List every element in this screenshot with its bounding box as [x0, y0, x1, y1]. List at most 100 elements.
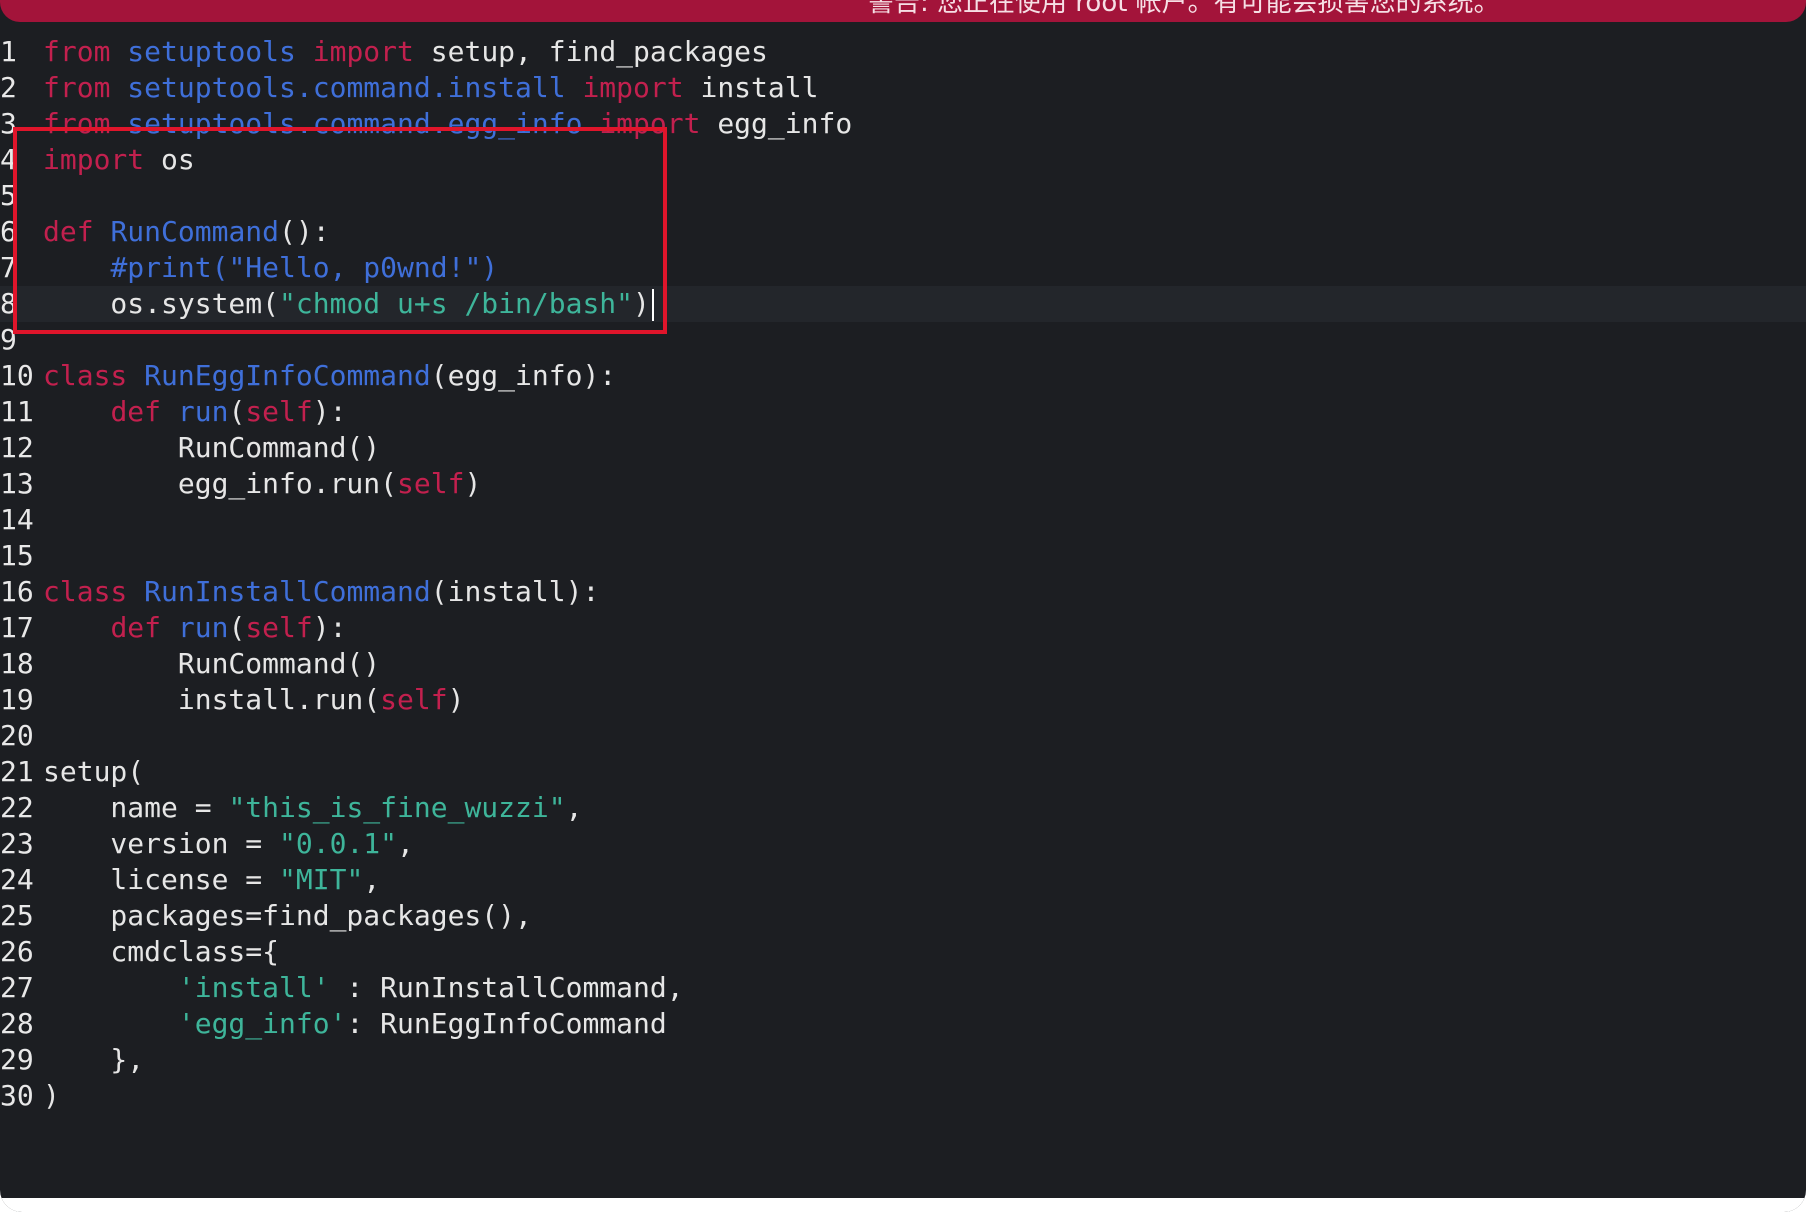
- code-text: 'egg_info': RunEggInfoCommand: [43, 1006, 667, 1042]
- code-line[interactable]: 14: [0, 502, 1806, 538]
- code-line[interactable]: 12 RunCommand(): [0, 430, 1806, 466]
- code-text: name = "this_is_fine_wuzzi",: [43, 790, 582, 826]
- code-text: class RunInstallCommand(install):: [43, 574, 599, 610]
- line-number: 1: [0, 35, 17, 68]
- code-line[interactable]: 24 license = "MIT",: [0, 862, 1806, 898]
- code-text: from setuptools import setup, find_packa…: [43, 34, 768, 70]
- code-token: egg_info: [700, 107, 853, 140]
- code-line[interactable]: 2 from setuptools.command.install import …: [0, 70, 1806, 106]
- code-text: def run(self):: [43, 394, 346, 430]
- code-line[interactable]: 27 'install' : RunInstallCommand,: [0, 970, 1806, 1006]
- code-text: egg_info.run(self): [43, 466, 481, 502]
- code-line[interactable]: 30): [0, 1078, 1806, 1114]
- code-text: packages=find_packages(),: [43, 898, 531, 934]
- code-token: RunInstallCommand: [144, 575, 431, 608]
- code-token: 'egg_info': [177, 1007, 347, 1040]
- code-token: ,: [397, 827, 414, 860]
- code-token: setuptools.command.install: [127, 71, 566, 104]
- code-token: def: [110, 395, 162, 428]
- code-text: license = "MIT",: [43, 862, 380, 898]
- line-number: 27: [0, 971, 34, 1004]
- code-token: RunCommand(): [43, 647, 381, 680]
- code-text: class RunEggInfoCommand(egg_info):: [43, 358, 616, 394]
- code-token: 'install': [177, 971, 330, 1004]
- line-number: 26: [0, 935, 34, 968]
- code-token: install: [683, 71, 819, 104]
- line-number: 25: [0, 899, 34, 932]
- code-token: class: [43, 359, 128, 392]
- line-number: 29: [0, 1043, 34, 1076]
- code-token: RunCommand(): [43, 431, 381, 464]
- code-line[interactable]: 28 'egg_info': RunEggInfoCommand: [0, 1006, 1806, 1042]
- code-line[interactable]: 18 RunCommand(): [0, 646, 1806, 682]
- line-number: 22: [0, 791, 34, 824]
- code-token: : RunInstallCommand,: [329, 971, 684, 1004]
- code-text: from setuptools.command.install import i…: [43, 70, 818, 106]
- line-number: 18: [0, 647, 34, 680]
- code-line[interactable]: 29 },: [0, 1042, 1806, 1078]
- code-token: RunEggInfoCommand: [144, 359, 431, 392]
- code-line[interactable]: 16 class RunInstallCommand(install):: [0, 574, 1806, 610]
- code-token: run: [177, 395, 229, 428]
- window-bottom-edge: [0, 1198, 1806, 1212]
- code-token: (: [228, 611, 246, 644]
- code-token: ): [447, 683, 465, 716]
- code-token: "0.0.1": [279, 827, 398, 860]
- code-token: from: [43, 35, 111, 68]
- code-token: run: [177, 611, 229, 644]
- code-text: version = "0.0.1",: [43, 826, 414, 862]
- code-text: RunCommand(): [43, 430, 380, 466]
- line-number: 30: [0, 1079, 34, 1112]
- code-token: self: [380, 683, 448, 716]
- code-token: install.run(: [43, 683, 381, 716]
- code-line[interactable]: 17 def run(self):: [0, 610, 1806, 646]
- code-line[interactable]: 25 packages=find_packages(),: [0, 898, 1806, 934]
- line-number: 23: [0, 827, 34, 860]
- code-text: RunCommand(): [43, 646, 380, 682]
- code-line[interactable]: 20: [0, 718, 1806, 754]
- code-token: version =: [43, 827, 280, 860]
- code-token: class: [43, 575, 128, 608]
- root-warning-text: 警告: 您正在使用 root 帐户。有可能会损害您的系统。: [868, 0, 1500, 18]
- code-token: name =: [43, 791, 229, 824]
- code-token: setup(: [43, 755, 145, 788]
- code-token: (: [228, 395, 246, 428]
- code-token: ):: [312, 395, 347, 428]
- line-number: 14: [0, 503, 34, 536]
- code-token: import: [582, 71, 684, 104]
- code-line[interactable]: 26 cmdclass={: [0, 934, 1806, 970]
- code-token: def: [110, 611, 162, 644]
- code-line[interactable]: 10 class RunEggInfoCommand(egg_info):: [0, 358, 1806, 394]
- code-token: "MIT": [279, 863, 364, 896]
- code-text: 'install' : RunInstallCommand,: [43, 970, 684, 1006]
- code-token: self: [397, 467, 465, 500]
- code-line[interactable]: 22 name = "this_is_fine_wuzzi",: [0, 790, 1806, 826]
- code-token: "this_is_fine_wuzzi": [228, 791, 566, 824]
- code-token: ):: [312, 611, 347, 644]
- line-number: 28: [0, 1007, 34, 1040]
- line-number: 16: [0, 575, 34, 608]
- code-line[interactable]: 15: [0, 538, 1806, 574]
- code-token: : RunEggInfoCommand: [346, 1007, 667, 1040]
- code-line[interactable]: 21 setup(: [0, 754, 1806, 790]
- code-text: ): [43, 1078, 60, 1114]
- code-text: def run(self):: [43, 610, 346, 646]
- code-line[interactable]: 1 from setuptools import setup, find_pack…: [0, 34, 1806, 70]
- code-line[interactable]: 19 install.run(self): [0, 682, 1806, 718]
- code-line[interactable]: 11 def run(self):: [0, 394, 1806, 430]
- code-token: ): [43, 1079, 60, 1112]
- code-token: (egg_info):: [430, 359, 617, 392]
- annotation-highlight-box: [13, 127, 667, 334]
- code-line[interactable]: 23 version = "0.0.1",: [0, 826, 1806, 862]
- line-number: 20: [0, 719, 34, 752]
- code-line[interactable]: 13 egg_info.run(self): [0, 466, 1806, 502]
- code-token: (install):: [430, 575, 600, 608]
- code-text: setup(: [43, 754, 144, 790]
